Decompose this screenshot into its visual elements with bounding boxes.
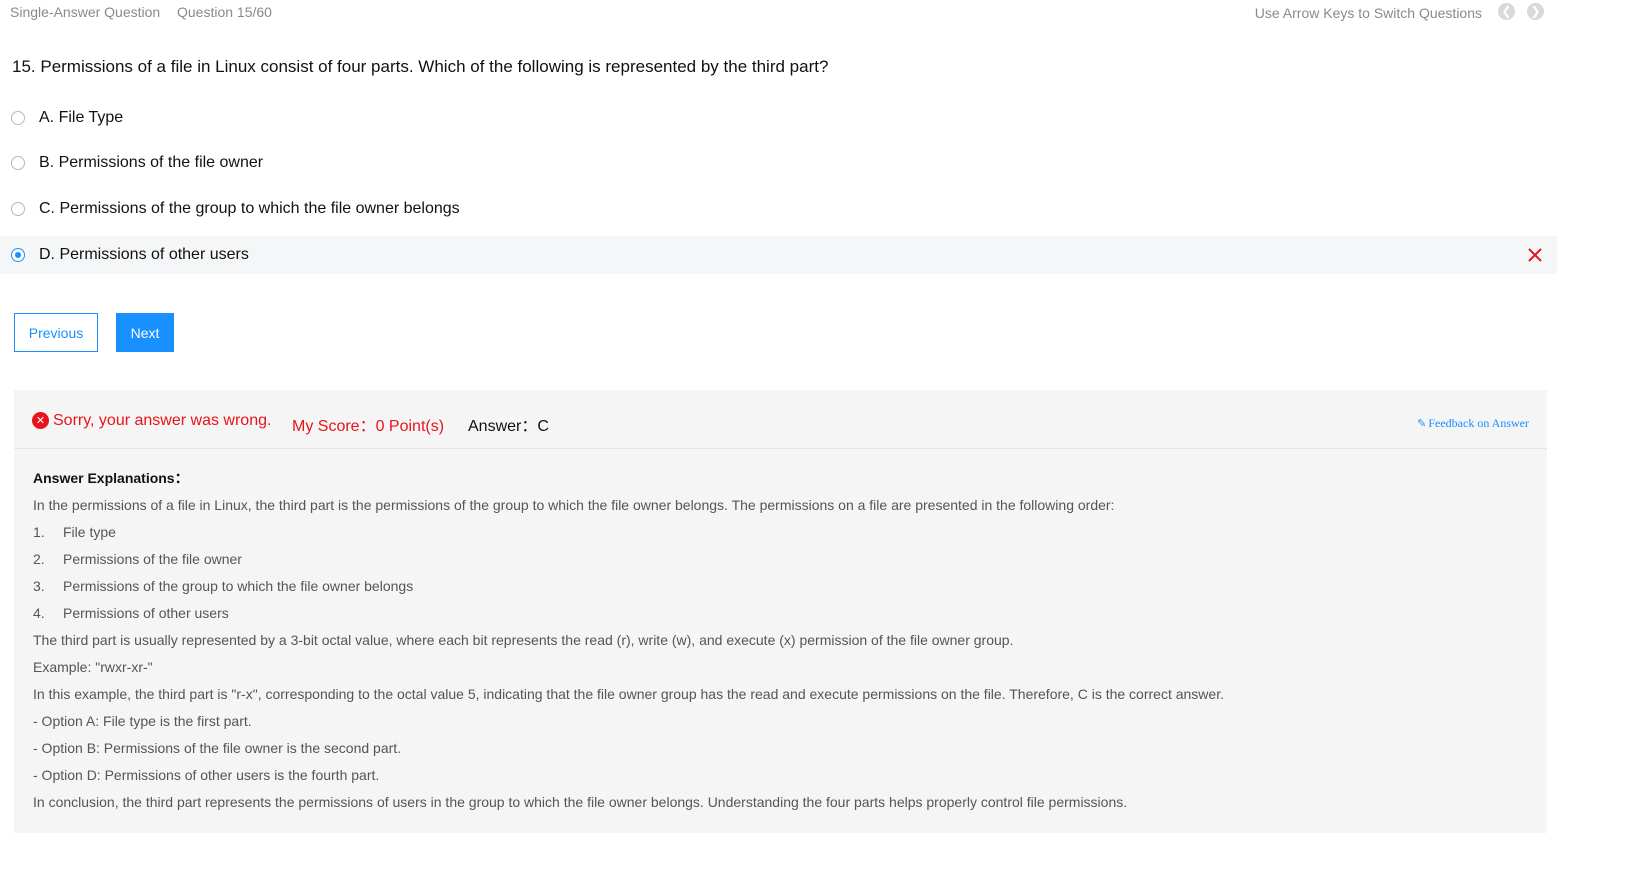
radio-option-c[interactable] xyxy=(11,202,25,216)
explanation-paragraph: The third part is usually represented by… xyxy=(33,632,1014,648)
explanation-paragraph: - Option D: Permissions of other users i… xyxy=(33,767,380,783)
question-counter: Question 15/60 xyxy=(177,4,272,20)
radio-option-d[interactable] xyxy=(11,248,25,262)
list-item-number: 3. xyxy=(33,578,45,594)
option-d[interactable]: D. Permissions of other users xyxy=(0,236,1557,274)
close-icon xyxy=(1528,248,1542,262)
previous-button[interactable]: Previous xyxy=(14,313,98,352)
radio-option-b[interactable] xyxy=(11,156,25,170)
edit-icon: ✎ xyxy=(1417,417,1427,430)
correct-answer: Answer：C xyxy=(468,418,549,435)
chevron-right-icon[interactable]: ❯ xyxy=(1527,3,1544,20)
question-text: 15. Permissions of a file in Linux consi… xyxy=(12,57,829,76)
option-a-label: A. File Type xyxy=(39,109,124,126)
feedback-link-label: Feedback on Answer xyxy=(1428,416,1529,430)
list-item-number: 1. xyxy=(33,524,45,540)
list-item: 1. File type xyxy=(33,522,1523,549)
option-d-label: D. Permissions of other users xyxy=(39,246,249,263)
explanation-paragraph: Example: "rwxr-xr-" xyxy=(33,659,153,675)
chevron-left-icon[interactable]: ❮ xyxy=(1498,3,1515,20)
list-item: 3. Permissions of the group to which the… xyxy=(33,576,1523,603)
next-button[interactable]: Next xyxy=(116,313,174,352)
error-icon: ✕ xyxy=(32,412,49,429)
list-item-text: Permissions of the file owner xyxy=(63,551,242,567)
option-b[interactable]: B. Permissions of the file owner xyxy=(0,144,1557,182)
answer-explanations: Answer Explanations： In the permissions … xyxy=(33,468,1523,819)
result-summary: ✕ Sorry, your answer was wrong. My Score… xyxy=(14,390,1547,449)
option-a[interactable]: A. File Type xyxy=(0,99,1557,137)
option-b-label: B. Permissions of the file owner xyxy=(39,154,264,171)
explanation-intro: In the permissions of a file in Linux, t… xyxy=(33,497,1115,513)
list-item-text: Permissions of the group to which the fi… xyxy=(63,578,414,594)
explanation-paragraph: - Option A: File type is the first part. xyxy=(33,713,252,729)
explanation-title: Answer Explanations： xyxy=(33,470,189,486)
explanation-paragraph: In conclusion, the third part represents… xyxy=(33,794,1128,810)
question-type-label: Single-Answer Question xyxy=(10,4,161,20)
radio-option-a[interactable] xyxy=(11,111,25,125)
list-item-text: File type xyxy=(63,524,116,540)
question-header: Single-Answer Question Question 15/60 Us… xyxy=(0,0,1627,26)
keyboard-hint: Use Arrow Keys to Switch Questions xyxy=(1254,5,1482,21)
list-item-number: 2. xyxy=(33,551,45,567)
list-item: 4. Permissions of other users xyxy=(33,603,1523,630)
answer-result-panel: ✕ Sorry, your answer was wrong. My Score… xyxy=(14,390,1547,833)
list-item: 2. Permissions of the file owner xyxy=(33,549,1523,576)
list-item-number: 4. xyxy=(33,605,45,621)
option-c-label: C. Permissions of the group to which the… xyxy=(39,200,460,217)
result-status: Sorry, your answer was wrong. xyxy=(53,412,272,429)
explanation-paragraph: - Option B: Permissions of the file owne… xyxy=(33,740,402,756)
list-item-text: Permissions of other users xyxy=(63,605,229,621)
explanation-paragraph: In this example, the third part is "r-x"… xyxy=(33,686,1224,702)
option-c[interactable]: C. Permissions of the group to which the… xyxy=(0,190,1557,228)
my-score: My Score：0 Point(s) xyxy=(292,418,445,435)
feedback-link[interactable]: ✎ Feedback on Answer xyxy=(1417,416,1529,431)
